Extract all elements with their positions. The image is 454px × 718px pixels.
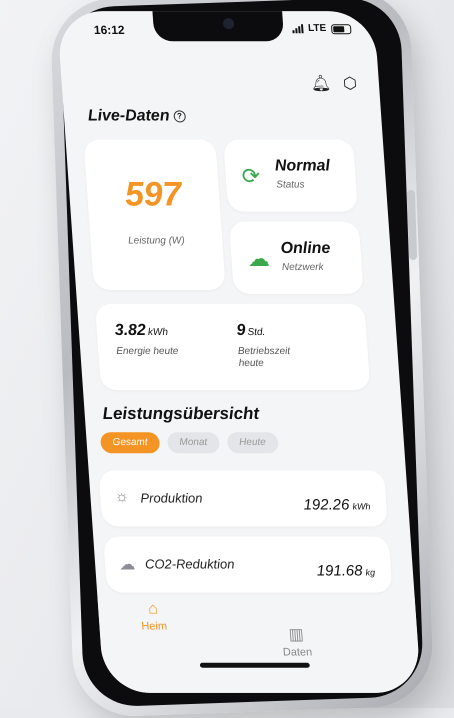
status-label: Status xyxy=(275,179,305,191)
production-number: 192.26 xyxy=(303,496,350,514)
live-title-text: Live-Daten xyxy=(87,107,171,125)
runtime-value: 9 xyxy=(235,321,246,339)
header-actions: 🔔︎ ⬡ xyxy=(310,73,358,93)
camera-icon xyxy=(222,18,235,30)
help-icon[interactable]: ? xyxy=(173,110,186,123)
energy-today: 3.82kWh xyxy=(114,322,168,340)
cloud-network-icon: ☁︎ xyxy=(246,245,271,271)
bottom-tab-bar: ⌂ Heim ▥ Daten xyxy=(97,596,422,693)
network-type: LTE xyxy=(307,23,327,35)
network-card[interactable]: ☁︎ Online Netzwerk xyxy=(228,221,364,294)
network-value: Online xyxy=(280,239,331,257)
runtime-label: Betriebszeit heute xyxy=(237,345,291,370)
nav-home-label: Heim xyxy=(140,620,168,633)
co2-label: CO2-Reduktion xyxy=(144,556,235,572)
settings-hex-icon[interactable]: ⬡ xyxy=(342,73,357,93)
energy-value: 3.82 xyxy=(114,321,147,339)
live-section-title: Live-Daten? xyxy=(87,107,186,125)
runtime-today: 9Std. xyxy=(236,322,266,340)
runtime-unit: Std. xyxy=(247,326,266,338)
app-screen: 16:12 LTE 🔔︎ ⬡ Live-Daten? 597 Leistung … xyxy=(56,11,422,693)
battery-icon xyxy=(330,23,352,34)
nav-data[interactable]: ▥ Daten xyxy=(281,625,313,659)
home-indicator xyxy=(199,662,310,668)
production-value: 192.26 kWh xyxy=(303,496,371,513)
energy-card[interactable]: 3.82kWh Energie heute 9Std. Betriebszeit… xyxy=(94,303,371,391)
network-label: Netzwerk xyxy=(281,261,324,273)
co2-unit: kg xyxy=(365,567,376,578)
status-card[interactable]: ⟳ Normal Status xyxy=(223,139,358,212)
nav-data-label: Daten xyxy=(282,646,313,659)
tab-gesamt[interactable]: Gesamt xyxy=(99,432,161,454)
status-value: Normal xyxy=(274,157,331,175)
power-label: Leistung (W) xyxy=(127,235,186,247)
tab-monat[interactable]: Monat xyxy=(166,432,220,454)
notch xyxy=(152,11,285,42)
co2-row[interactable]: ☁︎ CO2-Reduktion 191.68 kg xyxy=(103,536,393,593)
power-card[interactable]: 597 Leistung (W) xyxy=(83,139,226,290)
sun-icon: ☼ xyxy=(113,488,130,506)
co2-value: 191.68 kg xyxy=(316,563,375,580)
nav-home[interactable]: ⌂ Heim xyxy=(140,600,168,633)
refresh-status-icon: ⟳ xyxy=(240,163,261,189)
energy-label: Energie heute xyxy=(115,345,179,358)
bar-chart-icon: ▥ xyxy=(288,626,305,644)
period-tabs: Gesamt Monat Heute xyxy=(99,432,279,454)
tab-heute[interactable]: Heute xyxy=(226,432,279,454)
power-value: 597 xyxy=(123,175,183,214)
overview-title: Leistungsübersicht xyxy=(101,404,260,424)
status-indicators: LTE xyxy=(292,23,352,34)
co2-number: 191.68 xyxy=(316,562,364,580)
home-icon: ⌂ xyxy=(147,600,159,618)
status-time: 16:12 xyxy=(93,23,126,38)
production-label: Produktion xyxy=(139,490,203,506)
signal-icon xyxy=(292,24,304,34)
bell-icon[interactable]: 🔔︎ xyxy=(310,73,332,93)
production-unit: kWh xyxy=(352,501,371,512)
energy-unit: kWh xyxy=(147,326,169,338)
production-row[interactable]: ☼ Produktion 192.26 kWh xyxy=(98,470,388,527)
cloud-icon: ☁︎ xyxy=(118,556,136,574)
